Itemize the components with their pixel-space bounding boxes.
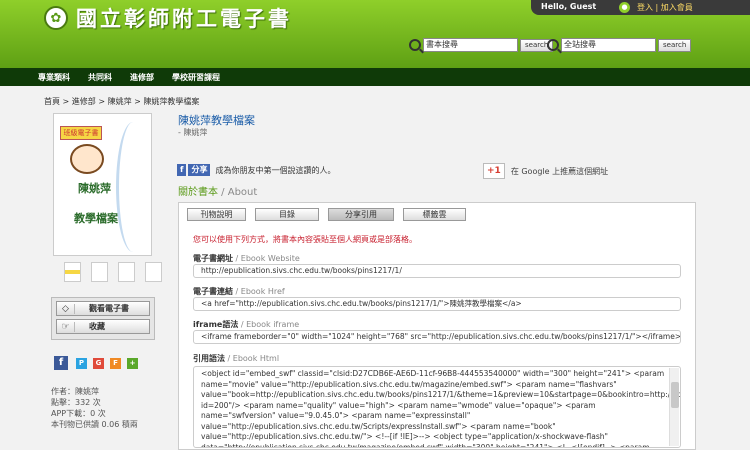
greeting-text: Hello, Guest <box>541 2 597 11</box>
cover-title-subject: 教學檔案 <box>74 212 118 225</box>
ebook-url-field[interactable]: http://epublication.sivs.chc.edu.tw/book… <box>193 264 681 278</box>
page-thumbnail[interactable] <box>118 262 135 282</box>
page-thumbnails <box>64 262 172 282</box>
facebook-like-bar: f 分享 成為你朋友中第一個說這讚的人。 <box>177 164 335 176</box>
view-ebook-button[interactable]: ◇ 觀看電子書 <box>56 301 150 316</box>
stat-copies: 本刊物已供讀 0.06 積兩 <box>51 420 138 429</box>
search-icon <box>547 39 559 51</box>
embed-hint: 您可以使用下列方式，將書本內容張貼至個人網頁或是部落格。 <box>193 235 417 244</box>
login-register-links[interactable]: 登入 | 加入會員 <box>637 2 693 13</box>
about-panel: 刊物說明 目錄 分享引用 標籤雲 您可以使用下列方式，將書本內容張貼至個人網頁或… <box>178 202 696 450</box>
collect-button[interactable]: ☞ 收藏 <box>56 319 150 334</box>
book-author: - 陳姚萍 <box>178 128 208 137</box>
breadcrumb[interactable]: 首頁 > 進修部 > 陳姚萍 > 陳姚萍教學檔案 <box>44 96 199 107</box>
site-header: ✿ 國立彰師附工電子書 Hello, Guest ● 登入 | 加入會員 書本搜… <box>0 0 750 68</box>
google-plus-icon[interactable]: G <box>93 357 104 369</box>
about-heading: 關於書本 / About <box>178 183 257 198</box>
google-plus-text: 在 Google 上推薦這個網址 <box>510 166 609 176</box>
facebook-share-button[interactable]: 分享 <box>188 164 211 176</box>
main-nav: 專業類科 共同科 進修部 學校研習課程 <box>0 68 750 86</box>
share-more-icon[interactable]: + <box>127 357 138 369</box>
textarea-scrollbar[interactable] <box>669 368 679 446</box>
user-bar: Hello, Guest ● 登入 | 加入會員 <box>531 0 750 15</box>
ebook-iframe-label-zh: iframe語法 <box>193 320 239 329</box>
tab-contents[interactable]: 目錄 <box>255 208 319 221</box>
stat-app-downloads: APP下載：0 次 <box>51 409 106 418</box>
hand-icon: ☞ <box>57 321 75 332</box>
book-search: 書本搜尋 search <box>409 37 554 53</box>
site-search-input[interactable]: 全站搜尋 <box>561 38 656 52</box>
ebook-html-label-en: / Ebook Html <box>225 354 280 363</box>
page-thumbnail[interactable] <box>145 262 162 282</box>
about-tabs: 刊物說明 目錄 分享引用 標籤雲 <box>187 208 475 221</box>
ebook-url-label: 電子書網址 / Ebook Website <box>193 253 300 264</box>
ebook-iframe-field[interactable]: <iframe frameborder="0" width="1024" hei… <box>193 330 681 344</box>
book-stats: 作者：陳姚萍 點擊：332 次 APP下載：0 次 本刊物已供讀 0.06 積兩 <box>51 386 138 430</box>
ebook-iframe-label: iframe語法 / Ebook iframe <box>193 319 299 330</box>
funp-icon[interactable]: F <box>110 357 121 369</box>
user-icon: ● <box>619 2 630 13</box>
facebook-like-text: 成為你朋友中第一個說這讚的人。 <box>215 165 336 175</box>
ebook-href-field[interactable]: <a href="http://epublication.sivs.chc.ed… <box>193 297 681 311</box>
ebook-html-code: <object id="embed_swf" classid="clsid:D2… <box>201 369 680 448</box>
cover-decoration <box>116 122 150 252</box>
nav-item-continuing[interactable]: 進修部 <box>130 72 154 83</box>
plurk-icon[interactable]: P <box>76 357 87 369</box>
google-plus-one-button[interactable]: +1 <box>483 163 505 179</box>
view-ebook-label: 觀看電子書 <box>89 304 129 313</box>
cover-badge: 班級電子書 <box>60 126 102 140</box>
page-thumbnail[interactable] <box>91 262 108 282</box>
book-cover[interactable]: 班級電子書 陳姚萍 教學檔案 <box>53 113 152 256</box>
tab-share-embed[interactable]: 分享引用 <box>328 208 394 221</box>
book-open-icon: ◇ <box>57 303 75 314</box>
site-search-button[interactable]: search <box>658 38 692 52</box>
ebook-html-label-zh: 引用語法 <box>193 354 225 363</box>
ebook-html-textarea[interactable]: <object id="embed_swf" classid="clsid:D2… <box>193 366 681 448</box>
stat-views: 點擊：332 次 <box>51 398 101 407</box>
about-label: 關於書本 <box>178 187 218 198</box>
site-title: 國立彰師附工電子書 <box>76 6 292 31</box>
tab-description[interactable]: 刊物說明 <box>187 208 246 221</box>
ebook-url-label-en: / Ebook Website <box>233 254 300 263</box>
cover-title-name: 陳姚萍 <box>78 182 111 195</box>
book-title: 陳姚萍教學檔案 <box>178 114 255 127</box>
facebook-icon[interactable]: f <box>177 164 187 176</box>
about-label-en: / About <box>218 187 258 198</box>
search-icon <box>409 39 421 51</box>
collect-label: 收藏 <box>89 322 105 331</box>
page-thumbnail[interactable] <box>64 262 81 282</box>
ebook-href-label: 電子書連結 / Ebook Href <box>193 286 285 297</box>
ebook-href-label-en: / Ebook Href <box>233 287 285 296</box>
nav-item-courses[interactable]: 學校研習課程 <box>172 72 220 83</box>
ebook-html-label: 引用語法 / Ebook Html <box>193 353 279 364</box>
site-logo[interactable]: ✿ 國立彰師附工電子書 <box>44 4 292 32</box>
share-icons: f P G F + <box>54 356 144 370</box>
nav-item-common[interactable]: 共同科 <box>88 72 112 83</box>
ebook-url-label-zh: 電子書網址 <box>193 254 233 263</box>
cartoon-face-icon <box>70 144 104 174</box>
scrollbar-thumb[interactable] <box>671 382 679 408</box>
ebook-href-label-zh: 電子書連結 <box>193 287 233 296</box>
facebook-icon[interactable]: f <box>54 356 68 370</box>
google-plus-bar: +1 在 Google 上推薦這個網址 <box>483 163 608 179</box>
stat-author: 作者：陳姚萍 <box>51 387 99 396</box>
site-search: 全站搜尋 search <box>547 37 692 53</box>
book-search-input[interactable]: 書本搜尋 <box>423 38 518 52</box>
school-emblem-icon: ✿ <box>44 6 68 30</box>
book-actions: ◇ 觀看電子書 ☞ 收藏 <box>51 297 155 340</box>
tab-tag-cloud[interactable]: 標籤雲 <box>403 208 466 221</box>
nav-item-professional[interactable]: 專業類科 <box>38 72 70 83</box>
ebook-iframe-label-en: / Ebook iframe <box>238 320 300 329</box>
